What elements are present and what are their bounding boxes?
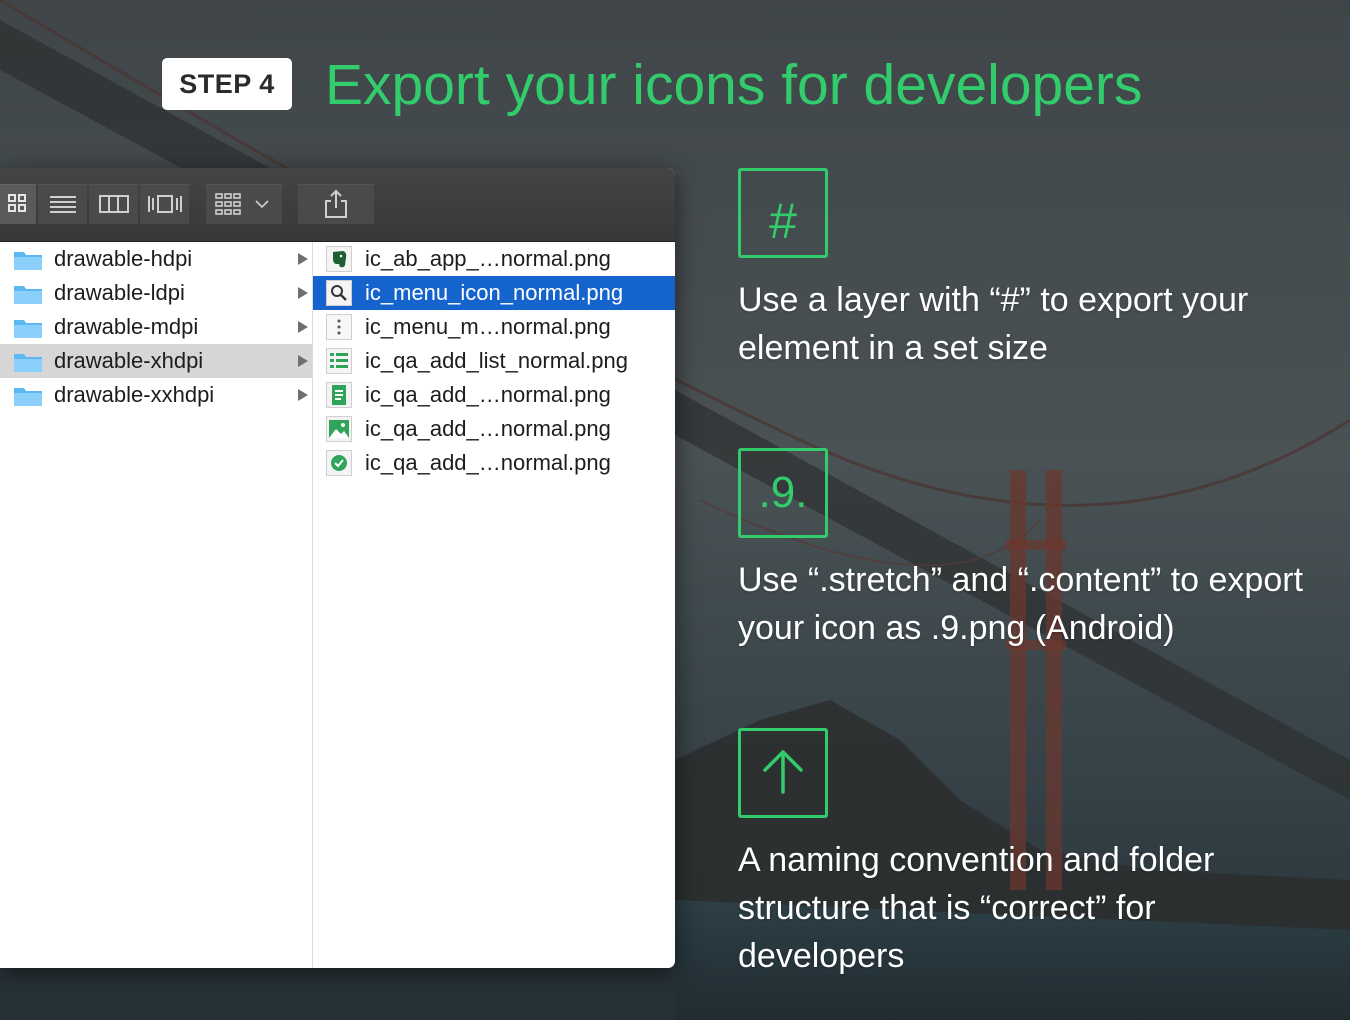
file-row-selected[interactable]: ic_menu_icon_normal.png <box>313 276 675 310</box>
step-badge: STEP 4 <box>162 58 292 110</box>
icon-view-icon <box>7 193 29 215</box>
elephant-logo-icon <box>326 246 352 272</box>
arrange-menu-icon <box>214 192 274 216</box>
folder-row-hdpi[interactable]: drawable-hdpi <box>0 242 312 276</box>
folder-row-mdpi[interactable]: drawable-mdpi <box>0 310 312 344</box>
file-name: ic_qa_add_…normal.png <box>365 450 611 475</box>
file-row[interactable]: ic_qa_add_…normal.png <box>313 446 675 480</box>
folder-name: drawable-mdpi <box>54 314 199 339</box>
folder-row-ldpi[interactable]: drawable-ldpi <box>0 276 312 310</box>
file-name: ic_ab_app_…normal.png <box>365 246 611 271</box>
nine-patch-symbol-box: .9. <box>738 448 828 538</box>
folder-icon <box>13 351 43 378</box>
feature-text-hash: Use a layer with “#” to export your elem… <box>738 281 1249 367</box>
share-icon <box>323 189 349 219</box>
disclosure-arrow-icon <box>298 253 308 265</box>
column-view-icon <box>98 193 130 215</box>
folder-icon <box>13 317 43 344</box>
list-view-button[interactable] <box>38 184 87 224</box>
finder-window: drawable-hdpi drawable-ldpi drawable-mdp… <box>0 168 675 968</box>
nine-patch-symbol: .9. <box>758 468 808 517</box>
overflow-dots-icon <box>326 314 352 340</box>
file-column: ic_ab_app_…normal.png ic_menu_icon_norma… <box>313 242 675 968</box>
up-arrow-box <box>738 728 828 818</box>
note-icon <box>326 382 352 408</box>
file-row[interactable]: ic_qa_add_list_normal.png <box>313 344 675 378</box>
arrange-menu-button[interactable] <box>206 184 282 224</box>
folder-name: drawable-xhdpi <box>54 348 204 373</box>
cover-flow-button[interactable] <box>140 184 189 224</box>
hash-symbol-box: # <box>738 168 828 258</box>
file-name: ic_qa_add_…normal.png <box>365 382 611 407</box>
checklist-icon <box>326 348 352 374</box>
column-view-button[interactable] <box>89 184 138 224</box>
file-row[interactable]: ic_qa_add_…normal.png <box>313 378 675 412</box>
file-row[interactable]: ic_ab_app_…normal.png <box>313 242 675 276</box>
hash-symbol: # <box>769 193 797 249</box>
folder-row-xhdpi[interactable]: drawable-xhdpi <box>0 344 312 378</box>
up-arrow-icon <box>761 746 805 801</box>
folder-name: drawable-hdpi <box>54 246 193 271</box>
file-row[interactable]: ic_qa_add_…normal.png <box>313 412 675 446</box>
magnifier-icon <box>326 280 352 306</box>
page-title: Export your icons for developers <box>325 53 1143 117</box>
folder-row-xxhdpi[interactable]: drawable-xxhdpi <box>0 378 312 412</box>
check-badge-icon <box>326 450 352 476</box>
file-row[interactable]: ic_menu_m…normal.png <box>313 310 675 344</box>
disclosure-arrow-icon <box>298 355 308 367</box>
list-view-icon <box>48 193 78 215</box>
folder-name: drawable-xxhdpi <box>54 382 215 407</box>
file-name: ic_qa_add_list_normal.png <box>365 348 628 373</box>
disclosure-arrow-icon <box>298 287 308 299</box>
folder-icon <box>13 385 43 412</box>
file-name: ic_menu_m…normal.png <box>365 314 611 339</box>
folder-name: drawable-ldpi <box>54 280 185 305</box>
feature-text-naming: A naming convention and folder structure… <box>738 841 1215 975</box>
image-icon <box>326 416 352 442</box>
feature-text-nine-patch: Use “.stretch” and “.content” to export … <box>738 561 1304 647</box>
folder-icon <box>13 283 43 310</box>
disclosure-arrow-icon <box>298 321 308 333</box>
file-name: ic_menu_icon_normal.png <box>365 280 624 305</box>
finder-toolbar <box>0 168 675 242</box>
folder-column: drawable-hdpi drawable-ldpi drawable-mdp… <box>0 242 312 968</box>
icon-view-button[interactable] <box>0 184 36 224</box>
folder-icon <box>13 249 43 276</box>
column-browser: drawable-hdpi drawable-ldpi drawable-mdp… <box>0 242 675 968</box>
file-name: ic_qa_add_…normal.png <box>365 416 611 441</box>
cover-flow-icon <box>147 193 183 215</box>
disclosure-arrow-icon <box>298 389 308 401</box>
share-button[interactable] <box>298 184 374 224</box>
